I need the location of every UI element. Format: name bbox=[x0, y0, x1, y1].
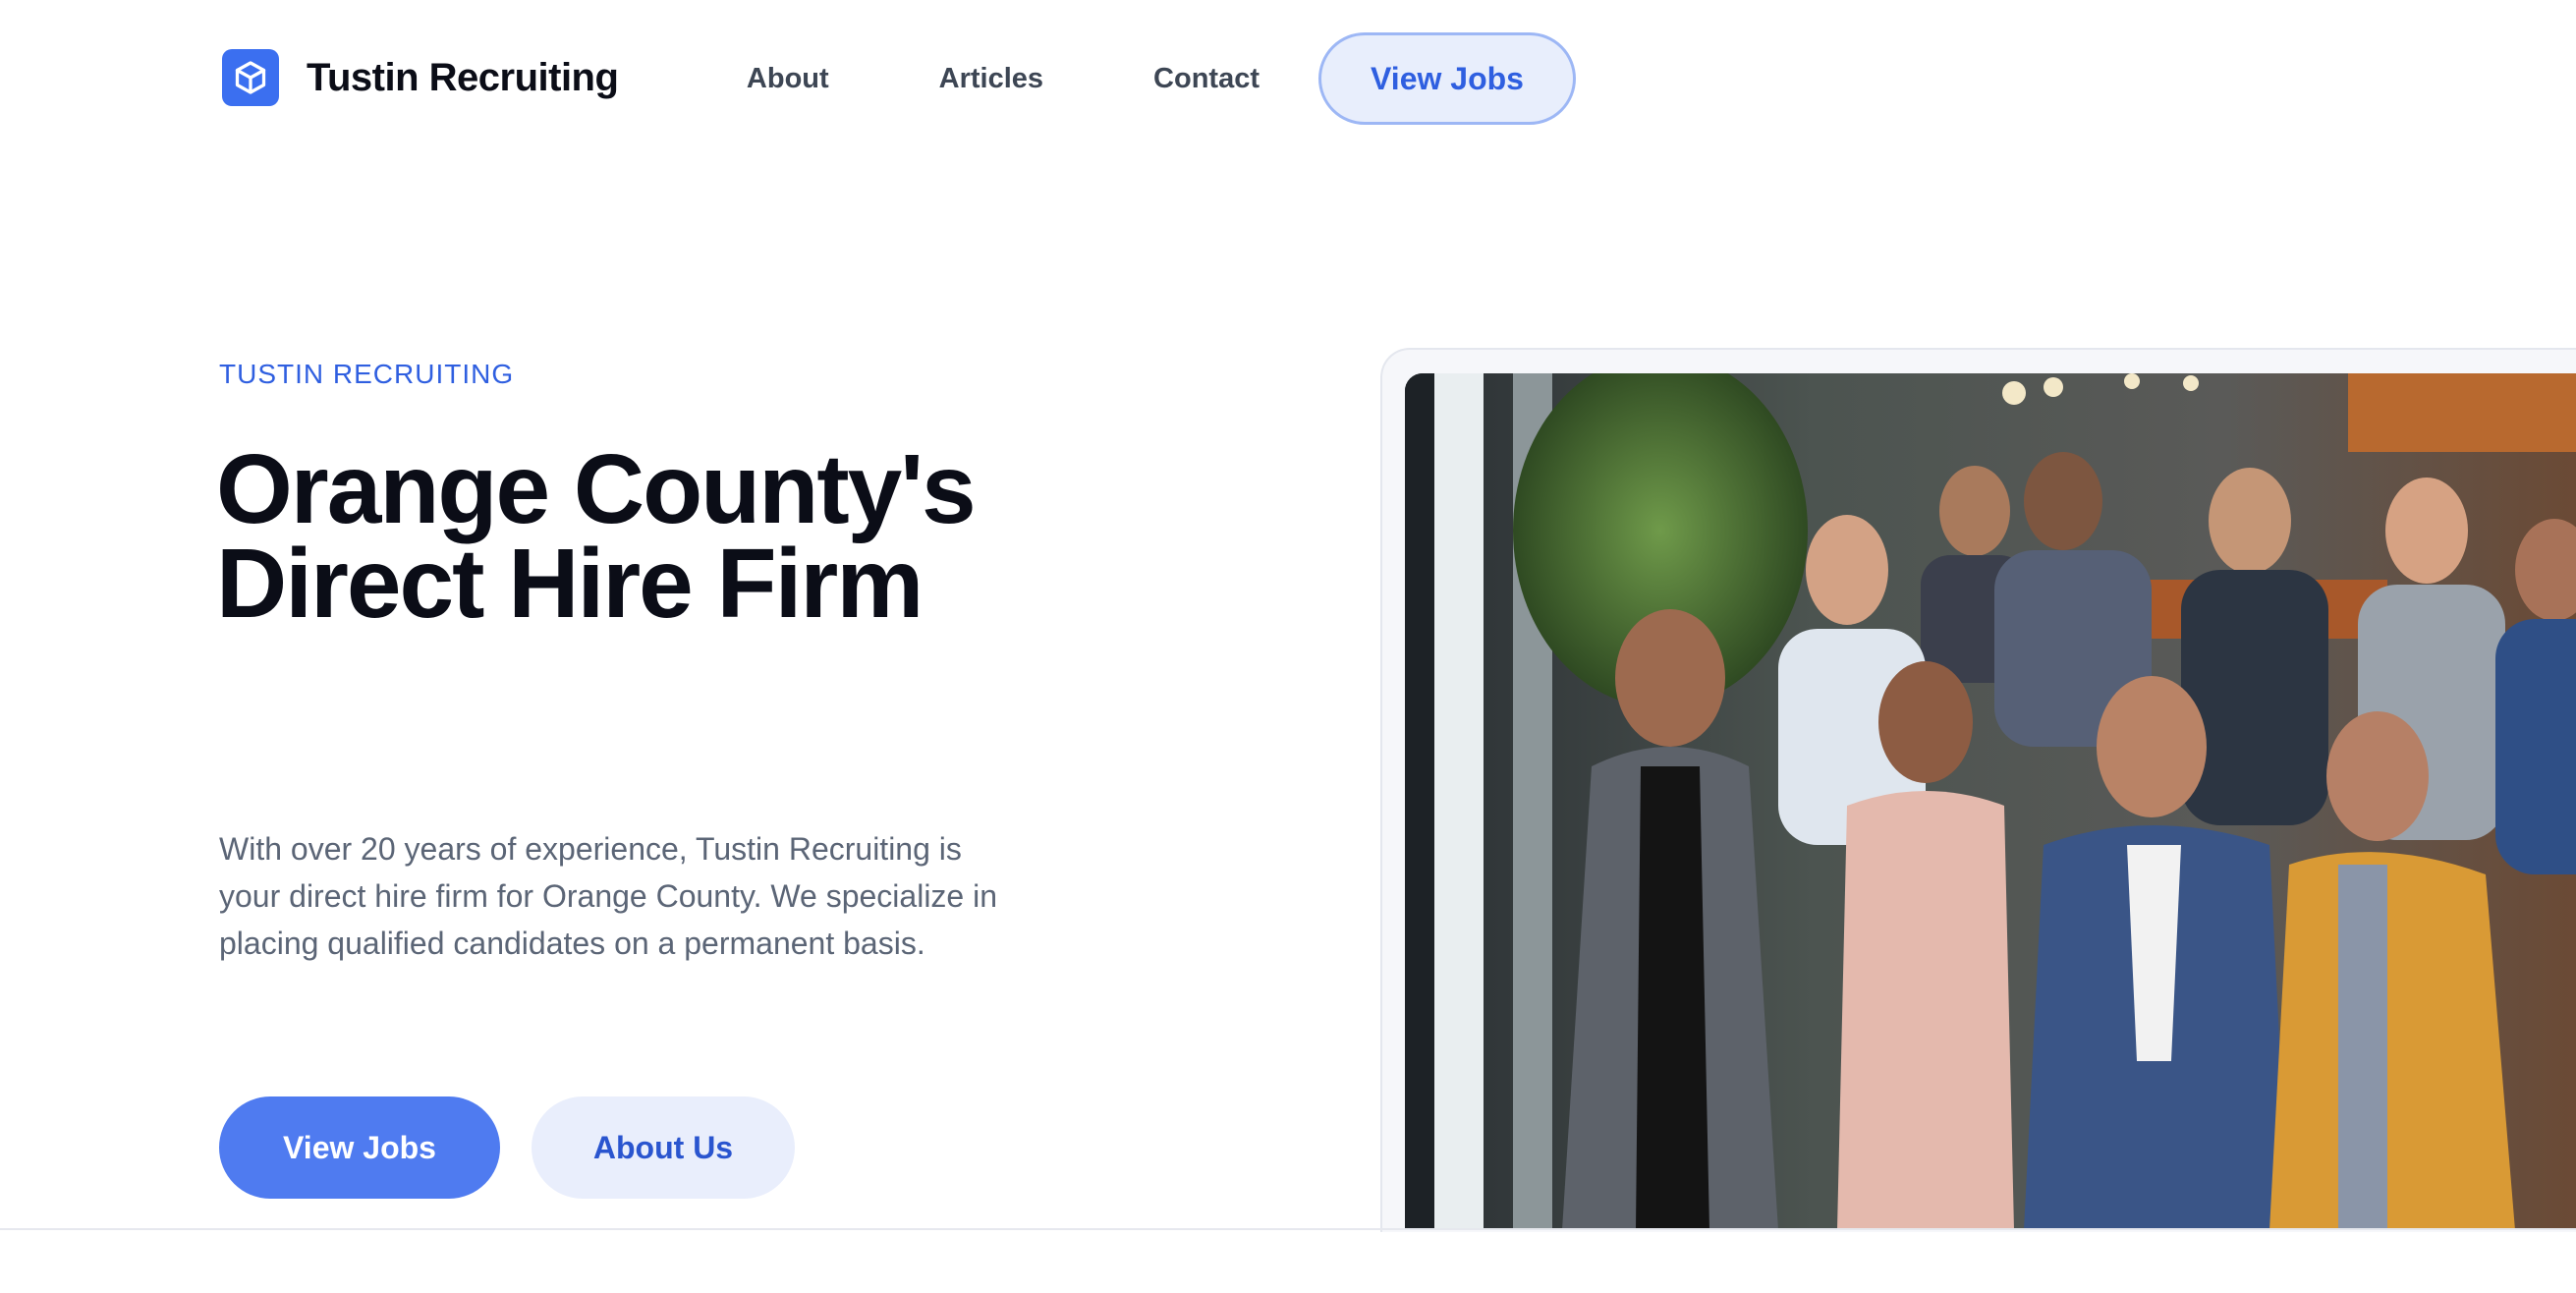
hero-actions: View Jobs About Us bbox=[219, 1096, 795, 1199]
about-us-button[interactable]: About Us bbox=[532, 1096, 795, 1199]
site-header: Tustin Recruiting About Articles Contact… bbox=[0, 0, 2576, 157]
view-jobs-button[interactable]: View Jobs bbox=[219, 1096, 500, 1199]
hero-headline-line2: Direct Hire Firm bbox=[216, 529, 924, 639]
nav-about[interactable]: About bbox=[747, 63, 829, 95]
hero-headline: Orange County's Direct Hire Firm bbox=[216, 440, 1100, 633]
team-photo bbox=[1405, 373, 2576, 1230]
main-nav: About Articles Contact View Jobs bbox=[747, 32, 1576, 125]
page: Tustin Recruiting About Articles Contact… bbox=[0, 0, 2576, 1293]
team-photo-illustration bbox=[1405, 373, 2576, 1230]
cube-icon bbox=[222, 49, 279, 106]
brand-name: Tustin Recruiting bbox=[307, 55, 619, 99]
nav-articles[interactable]: Articles bbox=[939, 63, 1043, 95]
hero-description: With over 20 years of experience, Tustin… bbox=[219, 831, 998, 961]
hero-eyebrow: TUSTIN RECRUITING bbox=[219, 359, 515, 389]
nav-contact[interactable]: Contact bbox=[1153, 63, 1260, 95]
nav-view-jobs-button[interactable]: View Jobs bbox=[1318, 32, 1576, 125]
section-divider bbox=[0, 1228, 2576, 1230]
brand[interactable]: Tustin Recruiting bbox=[222, 49, 619, 106]
